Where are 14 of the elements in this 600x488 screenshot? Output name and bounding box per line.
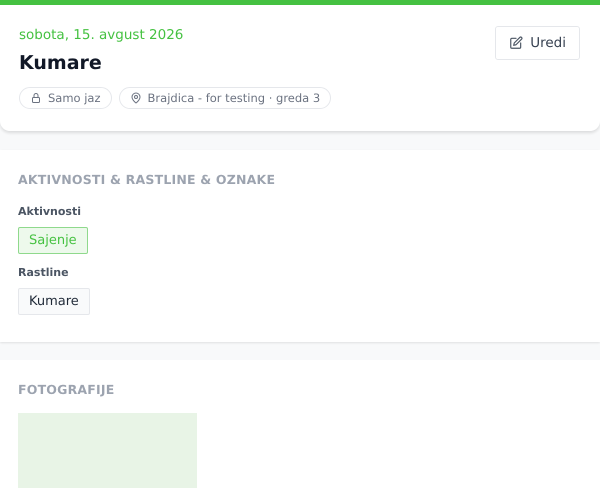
- section-heading: FOTOGRAFIJE: [18, 382, 116, 397]
- edit-button[interactable]: Uredi: [495, 26, 580, 60]
- info-chip: Brajdica - for testing · greda 3: [118, 87, 332, 109]
- group-label: Aktivnosti: [18, 205, 82, 218]
- tag: Kumare: [18, 288, 90, 315]
- section-heading: AKTIVNOSTI & RASTLINE & OZNAKE: [18, 172, 276, 187]
- tag: Sajenje: [18, 227, 88, 254]
- lock-icon: [30, 92, 42, 104]
- entry-title: Kumare: [19, 52, 103, 74]
- date-text: sobota, 15. avgust 2026: [19, 27, 184, 43]
- pencil-icon: [509, 36, 524, 50]
- map-pin-icon: [130, 92, 142, 104]
- group-label: Rastline: [18, 266, 70, 279]
- info-chip: Samo jaz: [19, 87, 112, 109]
